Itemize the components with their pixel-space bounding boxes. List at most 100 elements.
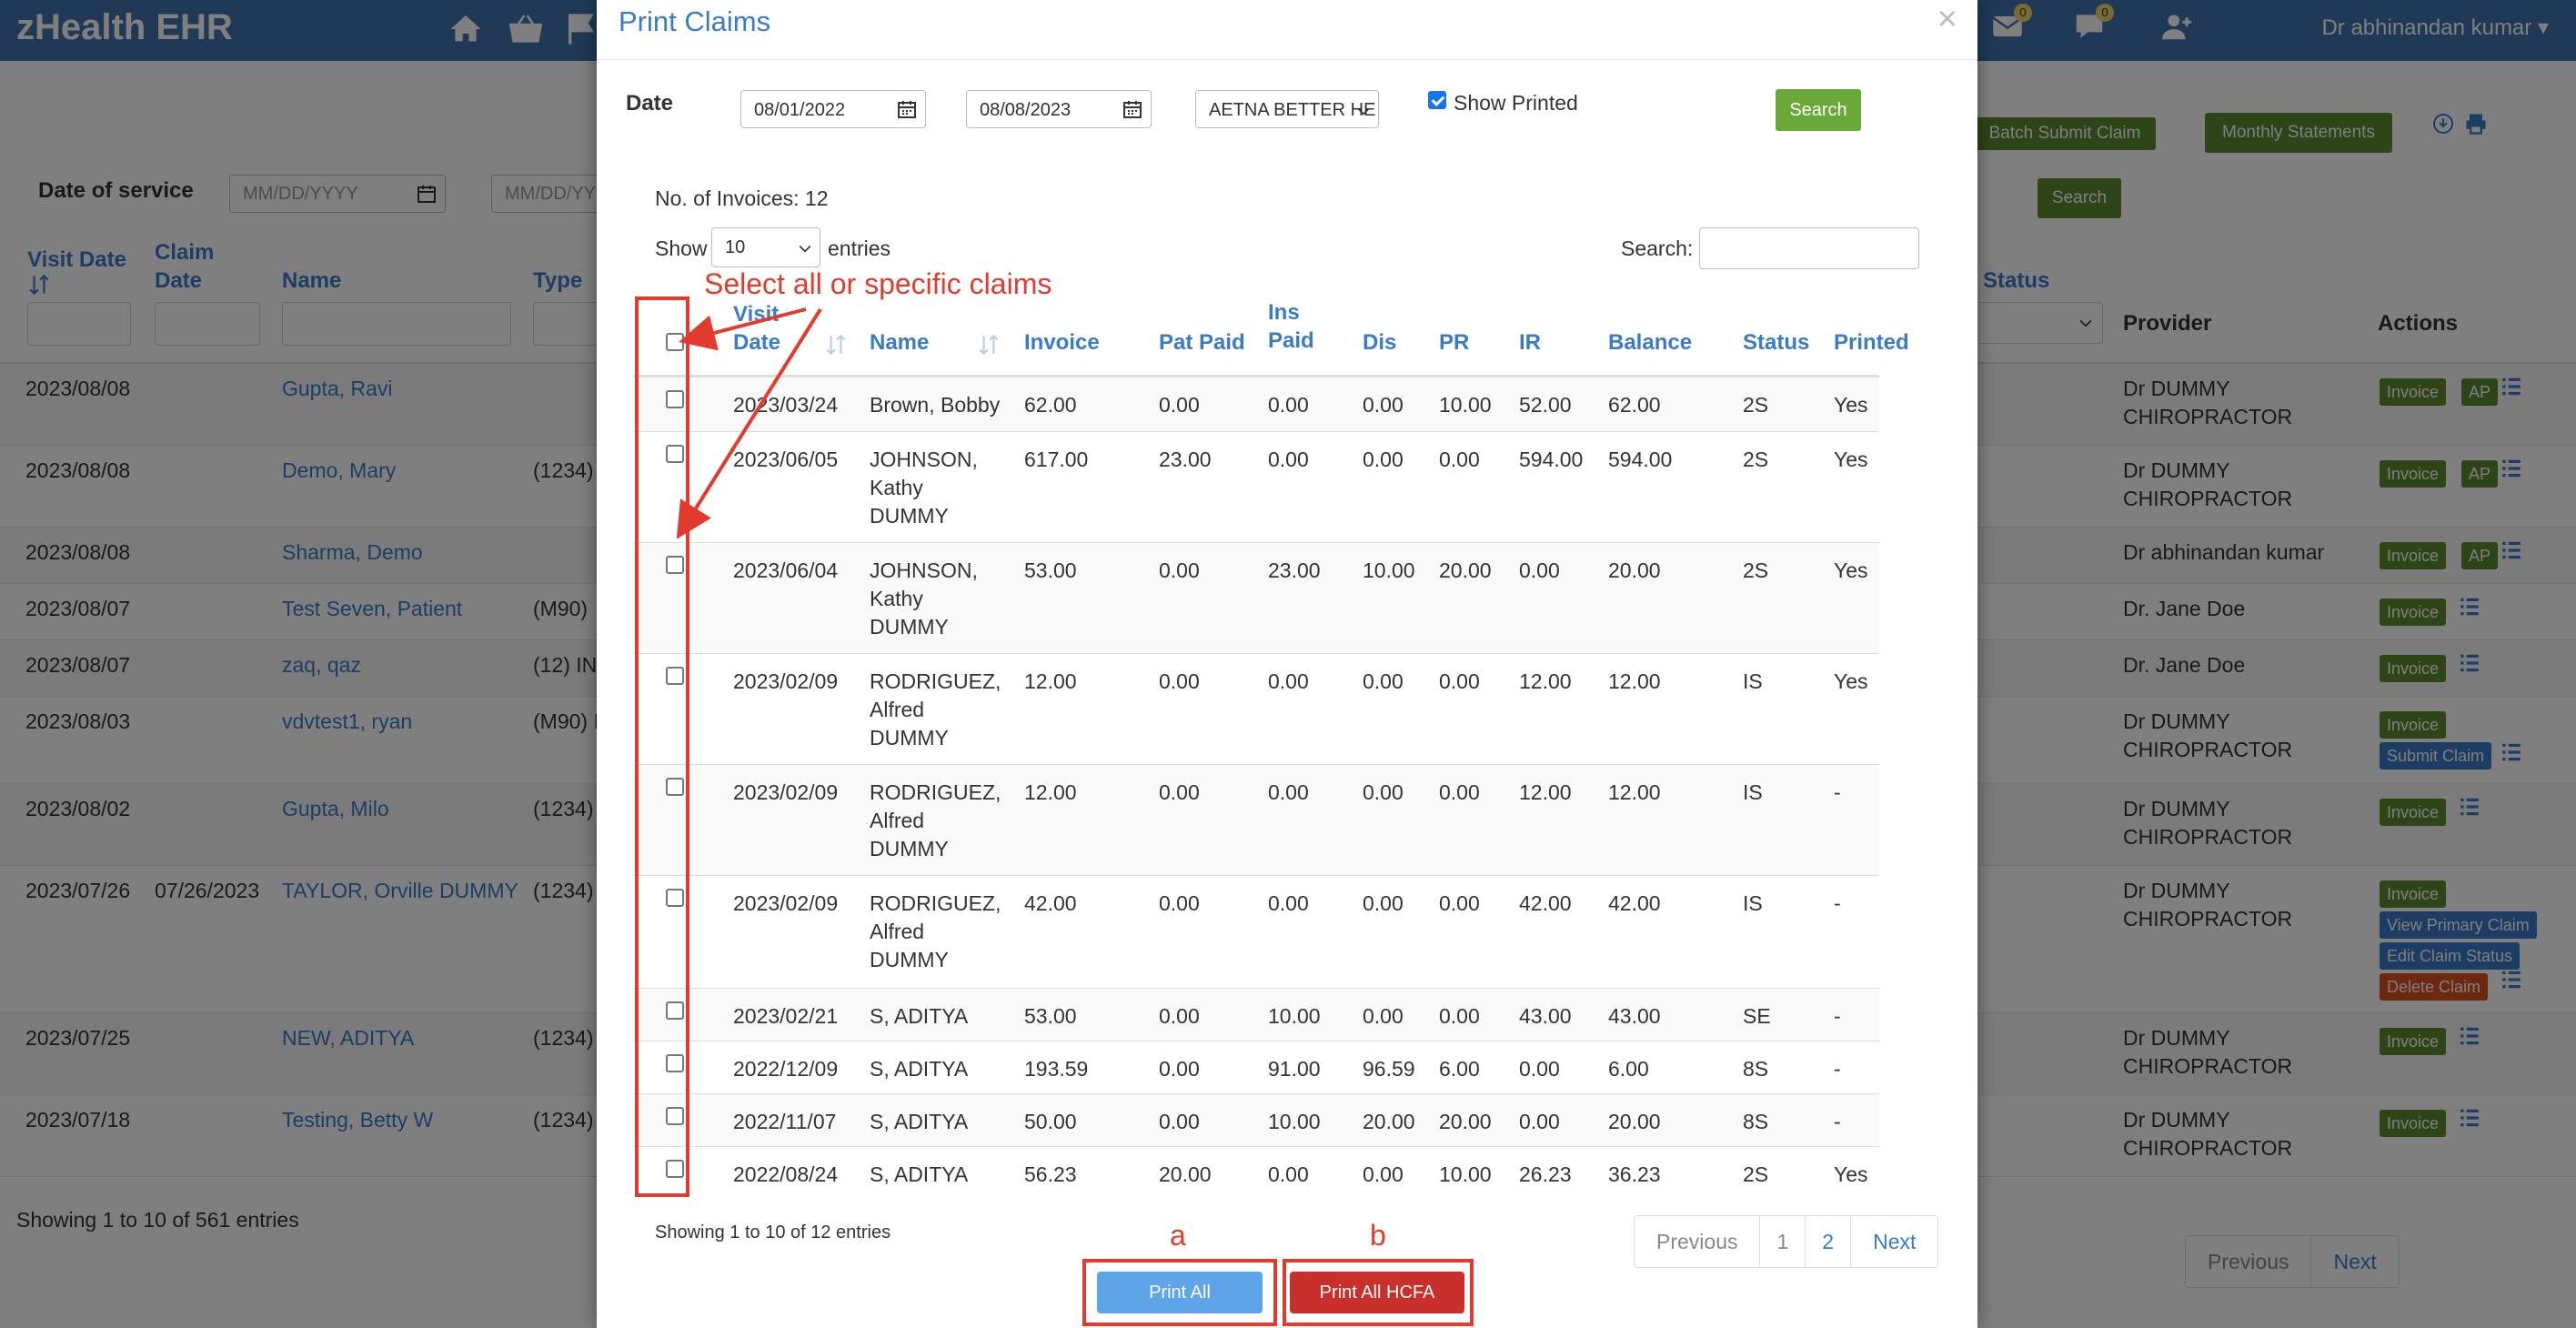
modal-previous-button[interactable]: Previous bbox=[1635, 1216, 1761, 1267]
patient-name-cell: S, ADITYA bbox=[870, 1108, 968, 1136]
modal-pagination: Previous 1 2 Next bbox=[1634, 1215, 1939, 1268]
patient-name-cell: S, ADITYA bbox=[870, 1055, 968, 1083]
invoice-cell: 53.00 bbox=[1024, 1004, 1077, 1028]
patient-name-cell: RODRIGUEZ, Alfred DUMMY bbox=[870, 779, 1001, 863]
patient-name-line: DUMMY bbox=[870, 948, 949, 971]
pr-cell: 0.00 bbox=[1439, 669, 1480, 693]
visit-date-cell: 2023/02/09 bbox=[733, 891, 839, 915]
ir-cell: 12.00 bbox=[1519, 669, 1572, 693]
ir-cell: 42.00 bbox=[1519, 891, 1572, 915]
pat-paid-cell: 0.00 bbox=[1159, 1110, 1200, 1133]
ins-paid-cell: 0.00 bbox=[1268, 1162, 1309, 1186]
ins-paid-cell: 10.00 bbox=[1268, 1004, 1321, 1028]
balance-cell: 20.00 bbox=[1608, 1110, 1661, 1133]
balance-cell: 12.00 bbox=[1608, 780, 1661, 804]
invoice-cell: 42.00 bbox=[1024, 891, 1077, 915]
pr-cell: 0.00 bbox=[1439, 891, 1480, 915]
status-cell: 8S bbox=[1743, 1057, 1769, 1081]
dis-cell: 0.00 bbox=[1363, 1004, 1404, 1028]
invoice-cell: 56.23 bbox=[1024, 1162, 1077, 1186]
balance-cell: 6.00 bbox=[1608, 1057, 1649, 1081]
ins-paid-cell: 10.00 bbox=[1268, 1110, 1321, 1133]
pr-cell: 20.00 bbox=[1439, 1110, 1492, 1133]
visit-date-cell: 2022/11/07 bbox=[733, 1110, 837, 1133]
invoice-cell: 12.00 bbox=[1024, 669, 1077, 693]
table-row: 2022/12/09 193.59 0.00 91.00 96.59 6.00 0.00 6.… bbox=[633, 1041, 1879, 1093]
status-cell: IS bbox=[1743, 669, 1763, 693]
annotation-label-b: b bbox=[1370, 1219, 1386, 1252]
ir-cell: 43.00 bbox=[1519, 1004, 1572, 1028]
pat-paid-cell: 20.00 bbox=[1159, 1162, 1212, 1186]
ir-cell: 0.00 bbox=[1519, 1057, 1560, 1081]
print-all-hcfa-highlight bbox=[1283, 1259, 1474, 1326]
pat-paid-cell: 0.00 bbox=[1159, 1057, 1200, 1081]
dis-cell: 20.00 bbox=[1363, 1110, 1415, 1133]
visit-date-cell: 2023/02/21 bbox=[733, 1004, 839, 1028]
dis-cell: 0.00 bbox=[1363, 891, 1404, 915]
printed-cell: - bbox=[1834, 1110, 1841, 1133]
patient-name-cell: S, ADITYA bbox=[870, 1161, 968, 1189]
dis-cell: 0.00 bbox=[1363, 780, 1404, 804]
patient-name-cell: RODRIGUEZ, Alfred DUMMY bbox=[870, 668, 1001, 752]
patient-name-line: RODRIGUEZ, bbox=[870, 780, 1001, 804]
patient-name-cell: S, ADITYA bbox=[870, 1002, 968, 1031]
patient-name-line: S, ADITYA bbox=[870, 1057, 969, 1081]
table-row: 2023/02/09 12.00 0.00 0.00 0.00 0.00 12.00 12.0… bbox=[633, 653, 1879, 764]
patient-name-line: DUMMY bbox=[870, 837, 949, 860]
table-row: 2023/02/09 42.00 0.00 0.00 0.00 0.00 42.00 42.0… bbox=[633, 875, 1879, 988]
ins-paid-cell: 0.00 bbox=[1268, 669, 1309, 693]
table-row: 2022/11/07 50.00 0.00 10.00 20.00 20.00 0.00 20… bbox=[633, 1093, 1879, 1146]
ir-cell: 26.23 bbox=[1519, 1162, 1572, 1186]
modal-page-1[interactable]: 1 bbox=[1760, 1216, 1806, 1267]
dis-cell: 96.59 bbox=[1363, 1057, 1415, 1081]
patient-name-line: RODRIGUEZ, bbox=[870, 891, 1001, 915]
pr-cell: 10.00 bbox=[1439, 1162, 1492, 1186]
modal-next-button[interactable]: Next bbox=[1851, 1216, 1937, 1267]
pr-cell: 0.00 bbox=[1439, 1004, 1480, 1028]
visit-date-cell: 2023/02/09 bbox=[733, 669, 839, 693]
printed-cell: - bbox=[1834, 780, 1841, 804]
status-cell: 2S bbox=[1743, 1162, 1769, 1186]
printed-cell: - bbox=[1834, 1057, 1841, 1081]
visit-date-cell: 2023/02/09 bbox=[733, 780, 839, 804]
invoice-cell: 12.00 bbox=[1024, 780, 1077, 804]
patient-name-line: DUMMY bbox=[870, 726, 949, 750]
patient-name-line: RODRIGUEZ, bbox=[870, 669, 1001, 693]
ins-paid-cell: 0.00 bbox=[1268, 891, 1309, 915]
status-cell: 8S bbox=[1743, 1110, 1769, 1133]
visit-date-cell: 2022/12/09 bbox=[733, 1057, 839, 1081]
pat-paid-cell: 0.00 bbox=[1159, 1004, 1200, 1028]
status-cell: IS bbox=[1743, 891, 1763, 915]
pr-cell: 6.00 bbox=[1439, 1057, 1480, 1081]
pat-paid-cell: 0.00 bbox=[1159, 780, 1200, 804]
pat-paid-cell: 0.00 bbox=[1159, 669, 1200, 693]
patient-name-line: Alfred bbox=[870, 698, 925, 721]
patient-name-line: Alfred bbox=[870, 809, 925, 832]
modal-showing-text: Showing 1 to 10 of 12 entries bbox=[655, 1222, 891, 1242]
balance-cell: 42.00 bbox=[1608, 891, 1661, 915]
printed-cell: - bbox=[1834, 1004, 1841, 1028]
table-row: 2023/02/21 53.00 0.00 10.00 0.00 0.00 43.00 43.… bbox=[633, 988, 1879, 1041]
visit-date-cell: 2022/08/24 bbox=[733, 1162, 839, 1186]
print-all-highlight bbox=[1082, 1259, 1277, 1326]
ir-cell: 0.00 bbox=[1519, 1110, 1560, 1133]
patient-name-cell: RODRIGUEZ, Alfred DUMMY bbox=[870, 890, 1001, 974]
invoice-cell: 193.59 bbox=[1024, 1057, 1089, 1081]
annotation-arrows bbox=[676, 307, 822, 539]
status-cell: IS bbox=[1743, 780, 1763, 804]
balance-cell: 43.00 bbox=[1608, 1004, 1661, 1028]
printed-cell: Yes bbox=[1834, 1162, 1868, 1186]
table-row: 2022/08/24 56.23 20.00 0.00 0.00 10.00 26.23 36… bbox=[633, 1146, 1879, 1199]
modal-page-2[interactable]: 2 bbox=[1806, 1216, 1852, 1267]
patient-name-line: S, ADITYA bbox=[870, 1004, 969, 1028]
patient-name-line: Alfred bbox=[870, 920, 925, 943]
balance-cell: 12.00 bbox=[1608, 669, 1661, 693]
table-row: 2023/02/09 12.00 0.00 0.00 0.00 0.00 12.00 12.0… bbox=[633, 764, 1879, 875]
invoice-cell: 50.00 bbox=[1024, 1110, 1077, 1133]
dis-cell: 0.00 bbox=[1363, 1162, 1404, 1186]
pr-cell: 0.00 bbox=[1439, 780, 1480, 804]
print-claims-modal: Print Claims × Date 08/01/2022 08/08/202… bbox=[597, 0, 1977, 1328]
status-cell: SE bbox=[1743, 1004, 1771, 1028]
printed-cell: - bbox=[1834, 891, 1841, 915]
printed-cell: Yes bbox=[1834, 669, 1868, 693]
